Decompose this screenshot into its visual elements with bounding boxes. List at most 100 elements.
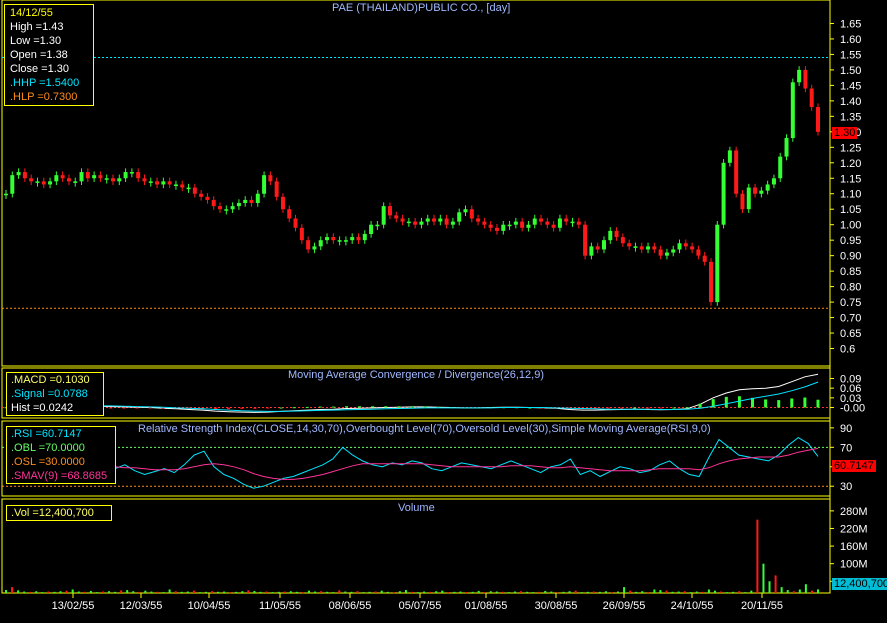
volume-bar (101, 591, 104, 593)
price-candle (312, 246, 317, 250)
volume-bar (114, 591, 117, 593)
price-candle (387, 206, 392, 216)
info-date: 14/12/55 (10, 7, 53, 19)
info-signal: .Signal =0.0788 (11, 388, 88, 400)
price-candle (142, 178, 147, 182)
price-candle (753, 187, 758, 194)
price-candle (469, 209, 474, 219)
price-tick-label: 1.55 (840, 49, 861, 61)
x-tick-label: 08/06/55 (329, 600, 372, 612)
price-candle (224, 209, 229, 211)
volume-bar (568, 591, 571, 593)
volume-bar (17, 590, 20, 593)
macd-histogram-bar (737, 396, 741, 408)
price-candle (476, 218, 481, 222)
price-candle (614, 230, 619, 238)
price-candle (727, 150, 732, 163)
rsi-series-smav (5, 447, 819, 480)
volume-bar (162, 592, 165, 594)
price-candle (721, 162, 726, 225)
volume-bar (411, 591, 413, 593)
volume-bar (580, 592, 583, 594)
price-candle (677, 243, 682, 250)
price-candle (400, 218, 405, 222)
info-osl: .OSL =30.0000 (11, 456, 85, 468)
macd-histogram-bar (109, 407, 113, 409)
price-candle (708, 261, 713, 303)
volume-bar (459, 591, 462, 593)
price-candle (186, 187, 191, 190)
volume-bar (265, 591, 268, 593)
volume-bar (562, 591, 565, 593)
volume-bar (629, 590, 632, 593)
volume-tick-label: 280M (840, 506, 868, 518)
price-candle (255, 193, 260, 204)
volume-bar (156, 591, 159, 593)
volume-bar (95, 592, 98, 594)
volume-bar (423, 591, 426, 593)
info-obl: .OBL =70.0000 (11, 442, 85, 454)
macd-panel-title: Moving Average Convergence / Divergence(… (288, 369, 545, 381)
price-candle (803, 69, 808, 89)
macd-histogram-bar (214, 407, 218, 410)
price-tick-label: 0.65 (840, 328, 861, 340)
price-candle (356, 237, 361, 241)
volume-bar (441, 590, 444, 593)
volume-bar (350, 591, 353, 593)
price-candle (664, 252, 669, 256)
macd-histogram-bar (646, 407, 650, 409)
price-candle (589, 246, 594, 256)
price-candle (274, 181, 279, 197)
price-tick-label: 0.90 (840, 251, 861, 263)
price-candle (734, 150, 739, 194)
volume-bar (235, 591, 238, 593)
macd-histogram-bar (135, 407, 139, 409)
volume-bar (168, 589, 171, 593)
price-tick-label: 1.15 (840, 173, 861, 185)
info-hlp: .HLP =0.7300 (10, 91, 78, 103)
volume-tick-label: 100M (840, 559, 868, 571)
volume-bar (253, 590, 256, 593)
macd-histogram-bar (606, 407, 610, 409)
volume-bar (307, 590, 310, 593)
x-tick-label: 30/08/55 (535, 600, 578, 612)
x-tick-label: 12/03/55 (120, 600, 163, 612)
volume-bar (750, 590, 753, 593)
volume-bar (447, 592, 450, 594)
volume-bar (83, 591, 86, 593)
price-tick-label: 0.85 (840, 266, 861, 278)
volume-bar (695, 591, 698, 593)
volume-bar (144, 590, 147, 593)
macd-histogram-bar (279, 407, 283, 409)
volume-bar (732, 591, 735, 593)
price-candle (652, 246, 657, 250)
price-candle (696, 249, 701, 256)
volume-bar (435, 591, 438, 593)
volume-bar (398, 591, 401, 593)
volume-bar (429, 591, 432, 593)
price-candle (501, 224, 506, 231)
macd-histogram-bar (620, 407, 624, 409)
stock-chart[interactable]: 1.65 1.60 1.55 1.50 1.45 1.40 1.35 1.30 1.25 1.20… (0, 0, 887, 623)
volume-bar (532, 592, 535, 594)
volume-info-box: .Vol =12,400,700 (6, 505, 112, 521)
rsi-tick-label: 90 (840, 423, 852, 435)
volume-bar (617, 591, 620, 593)
volume-bar (683, 591, 686, 593)
price-candle (375, 224, 380, 227)
volume-value-tag: 12,400,700 (832, 578, 887, 590)
price-candle (92, 175, 97, 179)
volume-bar (810, 590, 813, 593)
x-tick-label: 24/10/55 (671, 600, 714, 612)
volume-bar (453, 591, 456, 593)
price-tick-label: 1.65 (840, 18, 861, 30)
macd-tick-label: -0.00 (840, 403, 865, 415)
macd-histogram-bar (292, 407, 296, 409)
price-candle (406, 221, 411, 224)
price-candle (66, 178, 71, 182)
price-candle (230, 206, 235, 210)
price-candle (318, 240, 323, 247)
price-candle (809, 88, 814, 108)
macd-histogram-bar (410, 406, 414, 408)
volume-bar (53, 591, 56, 593)
